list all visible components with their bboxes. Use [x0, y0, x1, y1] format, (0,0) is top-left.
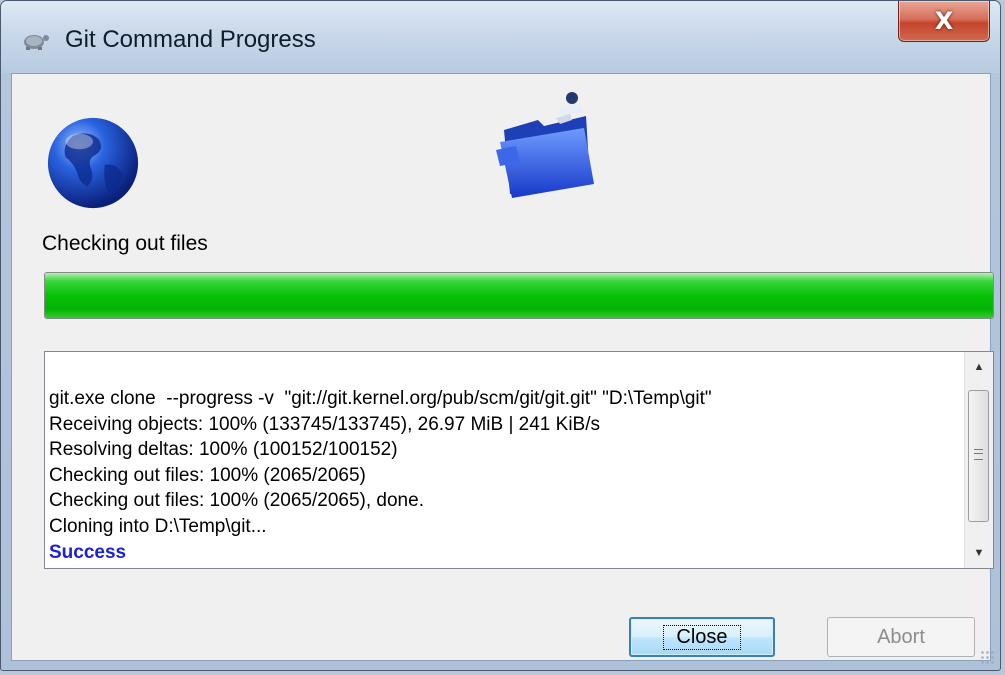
title-bar[interactable]: Git Command Progress X: [1, 1, 1000, 73]
status-label: Checking out files: [42, 232, 208, 255]
scroll-down-arrow[interactable]: ▼: [965, 538, 993, 568]
output-log[interactable]: git.exe clone --progress -v "git://git.k…: [44, 351, 994, 569]
dialog-client-area: Checking out files git.exe clone --progr…: [11, 73, 994, 661]
progress-bar: [44, 272, 994, 319]
log-line: Checking out files: 100% (2065/2065): [49, 464, 366, 486]
log-line: Cloning into D:\Temp\git...: [49, 515, 267, 537]
folder-icon: [496, 92, 594, 198]
window-title: Git Command Progress: [65, 26, 316, 53]
scroll-thumb[interactable]: [968, 390, 989, 522]
thumb-grip-icon: [974, 449, 983, 460]
window-close-button[interactable]: X: [898, 1, 990, 42]
log-scrollbar[interactable]: ▲ ▼: [964, 352, 993, 568]
log-line: Success: [49, 541, 127, 563]
log-line: git.exe clone --progress -v "git://git.k…: [49, 388, 712, 409]
progress-bar-fill: [45, 273, 993, 318]
tortoisegit-icon: [24, 35, 49, 50]
close-button[interactable]: Close: [629, 617, 775, 657]
abort-button-label: Abort: [877, 625, 925, 648]
globe-icon: [47, 117, 139, 209]
abort-button: Abort: [827, 617, 975, 657]
close-button-label: Close: [663, 624, 741, 650]
log-line: Receiving objects: 100% (133745/133745),…: [49, 413, 600, 435]
log-line: Resolving deltas: 100% (100152/100152): [49, 439, 398, 461]
close-icon: X: [934, 7, 954, 35]
progress-dialog: Git Command Progress X Checking out file…: [0, 0, 1001, 671]
resize-grip[interactable]: [980, 650, 994, 664]
log-text: git.exe clone --progress -v "git://git.k…: [49, 386, 712, 565]
scroll-up-arrow[interactable]: ▲: [965, 352, 993, 382]
log-line: Checking out files: 100% (2065/2065), do…: [49, 490, 424, 512]
